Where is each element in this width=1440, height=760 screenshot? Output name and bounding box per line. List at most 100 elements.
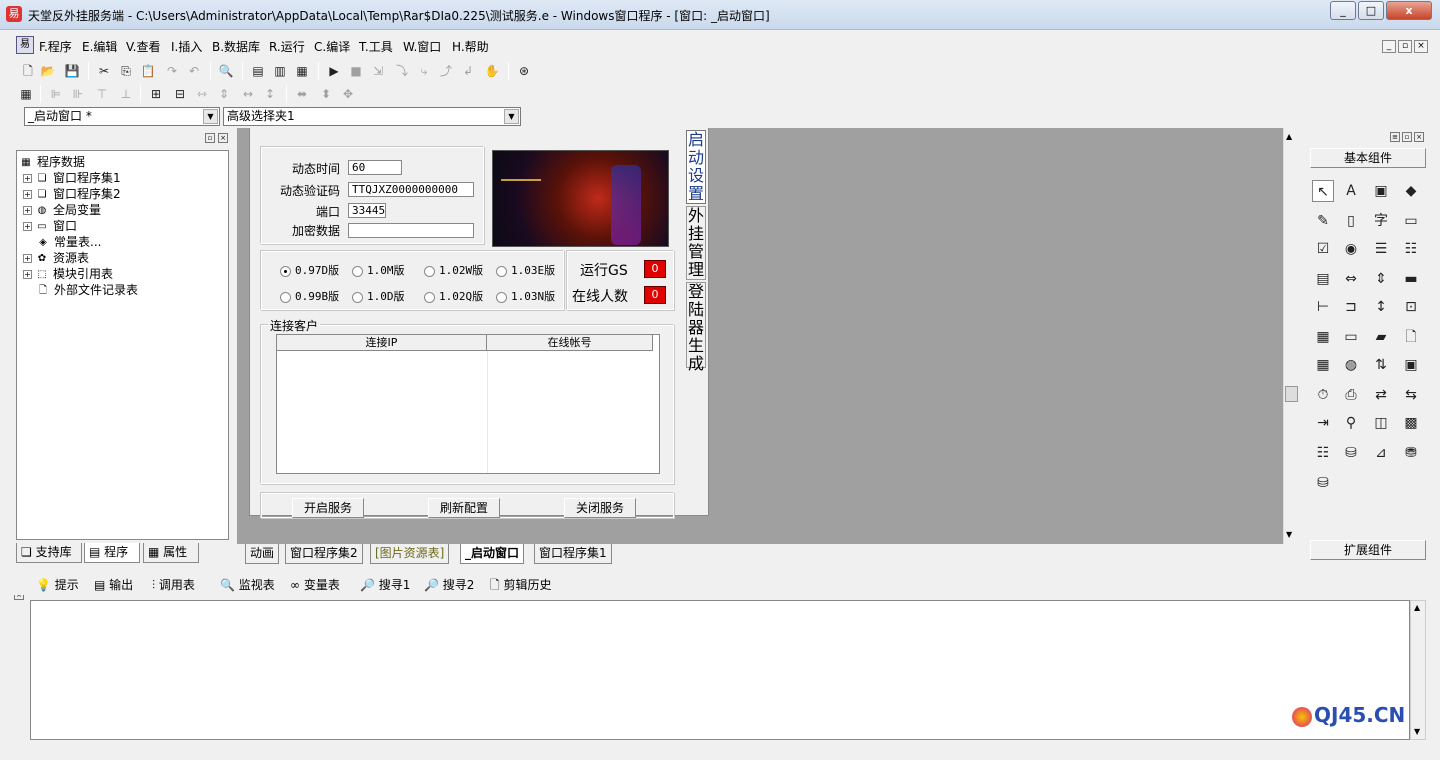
- tabs-icon[interactable]: ⊐: [1340, 296, 1362, 318]
- layout3-icon[interactable]: ▦: [294, 63, 310, 79]
- tab-startup-window[interactable]: _启动窗口: [460, 544, 525, 564]
- tree-item[interactable]: + ❏ 窗口程序集1: [23, 169, 121, 186]
- align-top-icon[interactable]: ⊤: [94, 86, 110, 102]
- tree-item[interactable]: 🗋 外部文件记录表: [36, 281, 138, 298]
- menu-database[interactable]: B.数据库: [212, 38, 260, 55]
- chevron-down-icon[interactable]: ▼: [504, 109, 519, 124]
- char-icon[interactable]: 字: [1370, 210, 1392, 232]
- document-icon[interactable]: 🗋: [1400, 326, 1422, 348]
- refresh-config-button[interactable]: 刷新配置: [428, 498, 500, 518]
- tab-hints[interactable]: 💡 提示: [36, 576, 79, 593]
- run-icon[interactable]: ▶: [326, 63, 342, 79]
- same-width-icon[interactable]: ⇿: [194, 86, 210, 102]
- tab-launcher-generation[interactable]: 登陆器生成: [686, 282, 706, 373]
- tab-clip-history[interactable]: 🗋 剪辑历史: [490, 576, 552, 597]
- tree-item[interactable]: + ❏ 窗口程序集2: [23, 185, 121, 202]
- list-icon[interactable]: ▤: [1312, 268, 1334, 290]
- label-icon[interactable]: A: [1340, 180, 1362, 202]
- globe-icon[interactable]: ◍: [1340, 354, 1362, 376]
- tab-watch[interactable]: 🔍 监视表: [220, 576, 275, 593]
- tab-support-library[interactable]: ❏ 支持库: [16, 543, 82, 563]
- tree-item[interactable]: + ◍ 全局变量: [23, 201, 101, 218]
- radio-icon[interactable]: ◉: [1340, 238, 1362, 260]
- table-icon[interactable]: ▦: [1312, 354, 1334, 376]
- menu-edit[interactable]: E.编辑: [82, 38, 117, 55]
- redo-icon[interactable]: ↷: [164, 63, 180, 79]
- column-header-ip[interactable]: 连接IP: [277, 335, 487, 351]
- startup-window-form[interactable]: 动态时间 60 动态验证码 TTQJXZ0000000000 端口 33445 …: [249, 128, 709, 518]
- scroll-up-icon[interactable]: ▲: [1286, 132, 1292, 141]
- window-select[interactable]: _启动窗口 * ▼: [24, 107, 220, 126]
- shape-icon[interactable]: ◆: [1400, 180, 1422, 202]
- save-icon[interactable]: 💾: [64, 63, 80, 79]
- expand-icon[interactable]: +: [23, 270, 32, 279]
- cut-icon[interactable]: ✂: [96, 63, 112, 79]
- tab-variables[interactable]: ∞ 变量表: [290, 576, 340, 593]
- align-bottom-icon[interactable]: ⊥: [118, 86, 134, 102]
- radio-dot[interactable]: [280, 265, 291, 277]
- vscroll-icon[interactable]: ⇕: [1370, 268, 1392, 290]
- minimize-button[interactable]: _: [1330, 1, 1356, 20]
- output-vertical-scrollbar[interactable]: ▲ ▼: [1410, 600, 1426, 740]
- panel-close-button[interactable]: ×: [218, 133, 228, 143]
- stop-service-button[interactable]: 关闭服务: [564, 498, 636, 518]
- edit-box-icon[interactable]: ✎: [1312, 210, 1334, 232]
- palette-pin-button[interactable]: ▫: [1402, 132, 1412, 142]
- odbc-icon[interactable]: ⛃: [1400, 442, 1422, 464]
- chart-icon[interactable]: ⊿: [1370, 442, 1392, 464]
- tab-search2[interactable]: 🔎 搜寻2: [424, 576, 474, 593]
- encrypt-data-input[interactable]: [348, 223, 474, 238]
- tree-item[interactable]: ◈ 常量表...: [36, 233, 101, 250]
- dynamic-time-input[interactable]: 60: [348, 160, 402, 175]
- timer-icon[interactable]: ⏱: [1312, 384, 1334, 406]
- progress-icon[interactable]: ▬: [1400, 268, 1422, 290]
- radio-dot[interactable]: [424, 265, 435, 277]
- radio-dot[interactable]: [496, 291, 507, 303]
- expand-icon[interactable]: +: [23, 174, 32, 183]
- network-icon[interactable]: ⇄: [1370, 384, 1392, 406]
- hscroll-icon[interactable]: ⇔: [1340, 268, 1362, 290]
- column-header-account[interactable]: 在线帐号: [487, 335, 653, 351]
- mdi-restore-button[interactable]: ▫: [1398, 40, 1412, 53]
- version-radio-103n[interactable]: 1.03N版: [496, 288, 555, 304]
- network2-icon[interactable]: ⇆: [1400, 384, 1422, 406]
- design-vertical-scrollbar[interactable]: ▲ ▼: [1283, 128, 1299, 544]
- close-button[interactable]: x: [1386, 1, 1432, 20]
- spinner-icon[interactable]: ↕: [1370, 296, 1392, 318]
- tab-startup-settings[interactable]: 启动设置: [686, 130, 706, 204]
- scroll-thumb[interactable]: [1285, 386, 1298, 402]
- tab-program[interactable]: ▤ 程序: [84, 543, 140, 563]
- tree-item[interactable]: + ▭ 窗口: [23, 217, 77, 234]
- menu-help[interactable]: H.帮助: [452, 38, 489, 55]
- version-radio-10m[interactable]: 1.0M版: [352, 262, 405, 278]
- button-icon[interactable]: ▭: [1400, 210, 1422, 232]
- panel-pin-button[interactable]: ▫: [205, 133, 215, 143]
- grid-icon[interactable]: ▦: [18, 86, 34, 102]
- expand-icon[interactable]: +: [23, 254, 32, 263]
- space-v-icon[interactable]: ↕: [262, 86, 278, 102]
- version-radio-10d[interactable]: 1.0D版: [352, 288, 405, 304]
- version-radio-099b[interactable]: 0.99B版: [280, 288, 339, 304]
- printer-icon[interactable]: ⎙: [1340, 384, 1362, 406]
- component-select[interactable]: 高级选择夹1 ▼: [223, 107, 521, 126]
- radio-dot[interactable]: [424, 291, 435, 303]
- step-icon[interactable]: ⇲: [370, 63, 386, 79]
- menu-program[interactable]: F.程序: [39, 38, 72, 55]
- space-h-icon[interactable]: ↔: [240, 86, 256, 102]
- step-into-icon[interactable]: ⤵: [394, 63, 410, 79]
- basic-components-button[interactable]: 基本组件: [1310, 148, 1426, 168]
- tree-item[interactable]: + ⬚ 模块引用表: [23, 265, 113, 282]
- scroll-down-icon[interactable]: ▼: [1286, 530, 1292, 539]
- pipe-icon[interactable]: ⚲: [1340, 412, 1362, 434]
- resize-both-icon[interactable]: ✥: [340, 86, 356, 102]
- tab-output[interactable]: ▤ 输出: [94, 576, 133, 593]
- mdi-minimize-button[interactable]: _: [1382, 40, 1396, 53]
- client-icon[interactable]: ⇥: [1312, 412, 1334, 434]
- tab-search1[interactable]: 🔎 搜寻1: [360, 576, 410, 593]
- tab-call-stack[interactable]: ⫶ 调用表: [152, 576, 195, 593]
- slider-icon[interactable]: ⊢: [1312, 296, 1334, 318]
- stop-icon[interactable]: ■: [348, 63, 364, 79]
- resize-h-icon[interactable]: ⬌: [294, 86, 310, 102]
- version-radio-103e[interactable]: 1.03E版: [496, 262, 555, 278]
- split-icon[interactable]: ⇅: [1370, 354, 1392, 376]
